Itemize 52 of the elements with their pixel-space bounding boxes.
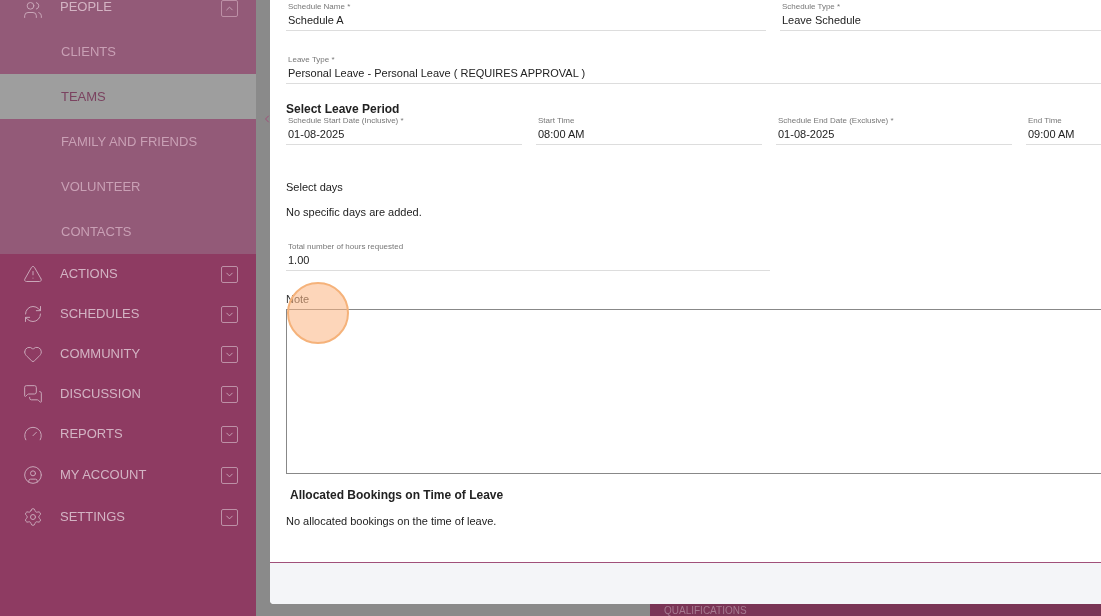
submenu-item[interactable]: CLIENTS [0,29,256,74]
date-field[interactable]: Schedule End Date (Exclusive) * 01-08-2025 [776,116,1012,145]
expand-toggle[interactable] [221,508,238,526]
expand-toggle[interactable] [221,385,238,403]
menu-item[interactable]: COMMUNITY [60,347,207,361]
empty-message: No allocated bookings on the time of leave. [286,515,498,527]
submenu-item[interactable]: CONTACTS [0,209,256,254]
field-value: 01-08-2025 [778,127,836,142]
expand-toggle[interactable] [221,345,238,363]
date-field[interactable]: Schedule Start Date (Inclusive) * 01-08-2025 [286,116,522,145]
submenu-item[interactable]: TEAMS [0,74,256,119]
collapse-toggle[interactable] [221,0,238,17]
menu-item[interactable]: SCHEDULES [60,307,207,321]
menu-item[interactable]: PEOPLE [60,0,207,14]
field-label: Leave Type * [288,55,336,65]
field-value: 01-08-2025 [288,127,346,142]
field-label: Total number of hours requested [288,242,405,252]
field-label: Schedule Type * [782,2,842,12]
menu-item[interactable]: SETTINGS [60,510,207,524]
select-field[interactable]: Leave Type * Personal Leave - Personal Leave ( REQUIRES APPROVAL ) [286,55,1101,84]
submenu-item[interactable]: VOLUNTEER [0,164,256,209]
section-heading: Select days [286,181,344,193]
submenu-item[interactable]: FAMILY AND FRIENDS [0,119,256,164]
field-label: Schedule Name * [288,2,352,12]
expand-toggle[interactable] [221,265,238,283]
section-heading: Select Leave Period [286,102,401,116]
text-field[interactable]: Schedule Name * Schedule A [286,2,766,31]
field-label: Start Time [538,116,576,126]
field-label: Schedule End Date (Exclusive) * [778,116,895,126]
text-field[interactable]: Total number of hours requested 1.00 [286,242,770,271]
field-value: 09:00 AM [1028,127,1076,142]
expand-toggle[interactable] [221,305,238,323]
time-field[interactable]: Start Time 08:00 AM [536,116,762,145]
menu-item[interactable]: DISCUSSION [60,387,207,401]
note-field[interactable] [286,309,1101,474]
expand-toggle[interactable] [221,466,238,484]
field-label: Schedule Start Date (Inclusive) * [288,116,405,126]
time-field[interactable]: End Time 09:00 AM [1026,116,1101,145]
field-value: 08:00 AM [538,127,586,142]
expand-toggle[interactable] [221,425,238,443]
menu-item[interactable]: REPORTS [60,427,207,441]
field-value: Personal Leave - Personal Leave ( REQUIRES APPROVAL ) [288,66,587,81]
empty-message: No specific days are added. [286,206,423,218]
menu-item[interactable]: MY ACCOUNT [60,468,207,482]
field-value: Schedule A [288,13,345,28]
field-label: End Time [1028,116,1063,126]
menu-item[interactable]: QUALIFICATIONS [664,604,747,616]
field-value: Leave Schedule [782,13,862,28]
field-value: 1.00 [288,253,311,268]
select-field[interactable]: Schedule Type * Leave Schedule [780,2,1101,31]
section-heading: Allocated Bookings on Time of Leave [289,488,505,502]
menu-item[interactable]: ACTIONS [60,267,207,281]
